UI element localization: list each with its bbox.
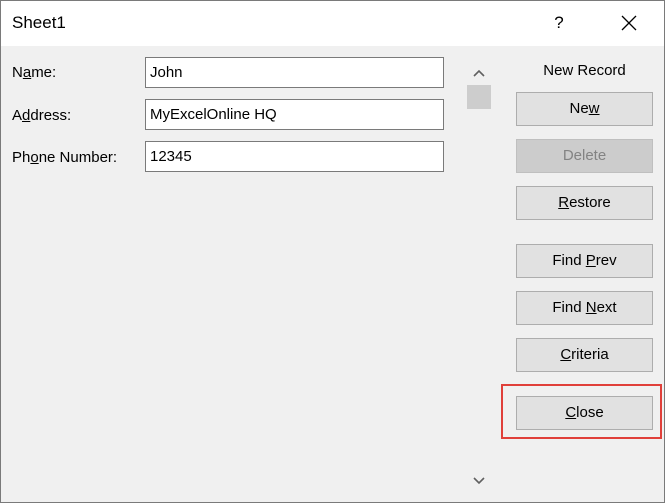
delete-button[interactable]: Delete (516, 139, 653, 173)
name-label: Name: (12, 64, 57, 81)
data-form-dialog: Sheet1 ? Name: Address: Phone Number: (0, 0, 665, 503)
name-input[interactable] (145, 57, 444, 88)
scroll-down-button[interactable] (466, 471, 492, 491)
chevron-up-icon (473, 69, 485, 77)
help-button[interactable]: ? (541, 7, 577, 39)
find-next-button[interactable]: Find Next (516, 291, 653, 325)
find-prev-button[interactable]: Find Prev (516, 244, 653, 278)
phone-number-input[interactable] (145, 141, 444, 172)
criteria-button[interactable]: Criteria (516, 338, 653, 372)
close-button-highlight (501, 384, 662, 439)
address-input[interactable] (145, 99, 444, 130)
title-bar: Sheet1 ? (1, 1, 664, 46)
chevron-down-icon (473, 477, 485, 485)
close-window-button[interactable] (611, 7, 647, 39)
phone-number-label: Phone Number: (12, 149, 118, 166)
scroll-thumb[interactable] (467, 85, 491, 109)
new-button[interactable]: New (516, 92, 653, 126)
record-status: New Record (543, 62, 626, 79)
restore-button[interactable]: Restore (516, 186, 653, 220)
scroll-up-button[interactable] (466, 63, 492, 83)
window-title: Sheet1 (12, 13, 66, 32)
address-label: Address: (12, 107, 72, 124)
close-icon (621, 15, 637, 31)
record-scrollbar[interactable] (466, 61, 492, 493)
